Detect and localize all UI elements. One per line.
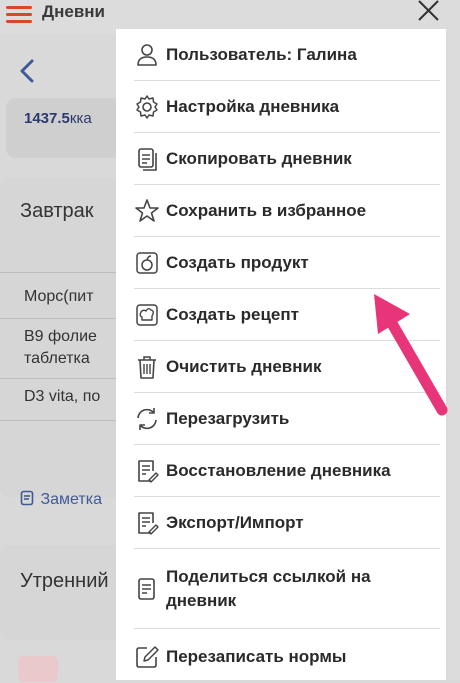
menu-item-label: Восстановление дневника [166, 460, 391, 480]
back-arrow-icon[interactable] [16, 58, 38, 84]
menu-item-label: Скопировать дневник [166, 148, 352, 168]
menu-item-restore-diary[interactable]: Восстановление дневника [134, 445, 440, 497]
food-row[interactable]: B9 фолие [24, 326, 97, 348]
menu-item-settings[interactable]: Настройка дневника [134, 81, 440, 133]
menu-item-label: Перезагрузить [166, 408, 290, 428]
menu-item-user[interactable]: Пользователь: Галина [134, 29, 440, 81]
gear-icon [136, 94, 158, 119]
document-edit-icon [138, 511, 159, 535]
reload-icon [137, 407, 157, 430]
menu-item-label: Пользователь: Галина [166, 44, 357, 64]
notes-link[interactable]: Заметка [20, 490, 102, 509]
calories-summary: 1437.5кка [24, 110, 92, 127]
menu-item-export-import[interactable]: Экспорт/Импорт [134, 497, 440, 549]
meal-title-breakfast: Завтрак [20, 200, 94, 222]
menu-item-save-favorite[interactable]: Сохранить в избранное [134, 185, 440, 237]
menu-item-label: Настройка дневника [166, 96, 340, 116]
food-row[interactable]: Морс(пит [24, 286, 94, 308]
copy-document-icon [138, 147, 157, 171]
calories-unit: кка [69, 110, 92, 127]
hamburger-menu-icon[interactable] [6, 2, 32, 24]
menu-item-create-product[interactable]: Создать продукт [134, 237, 440, 289]
meal-title-morning: Утренний [20, 570, 109, 592]
menu-item-label: Очистить дневник [166, 356, 322, 376]
menu-item-label: Поделиться ссылкой на дневник [166, 566, 371, 610]
menu-item-label: Экспорт/Импорт [166, 512, 304, 532]
document-icon [138, 577, 155, 600]
close-icon[interactable] [416, 0, 440, 22]
pencil-square-icon [136, 646, 159, 668]
app-title: Дневни [42, 2, 106, 21]
star-icon [135, 198, 159, 222]
apple-icon [136, 251, 158, 274]
calories-value: 1437.5 [24, 110, 70, 127]
menu-item-share-link[interactable]: Поделиться ссылкой на дневник [134, 549, 440, 629]
menu-item-label: Создать продукт [166, 252, 309, 272]
menu-item-label: Сохранить в избранное [166, 200, 367, 220]
user-icon [137, 43, 157, 66]
annotation-arrow-icon [374, 294, 448, 416]
food-row[interactable]: таблетка [24, 348, 90, 370]
food-row[interactable]: D3 vita, по [24, 386, 100, 408]
menu-item-rewrite-norms[interactable]: Перезаписать нормы [134, 631, 440, 683]
menu-item-label: Создать рецепт [166, 304, 299, 324]
document-edit-icon [138, 459, 159, 483]
menu-item-label: Перезаписать нормы [166, 647, 347, 666]
bottom-nav-diary-icon[interactable] [18, 656, 58, 682]
menu-item-copy-diary[interactable]: Скопировать дневник [134, 133, 440, 185]
note-icon [20, 490, 34, 506]
chef-hat-icon [136, 303, 158, 326]
notes-label: Заметка [40, 491, 102, 508]
trash-icon [138, 355, 156, 379]
